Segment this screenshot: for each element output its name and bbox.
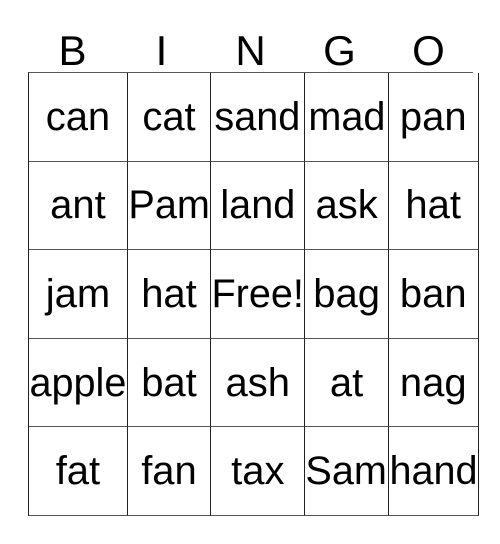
bingo-header-row: B I N G O <box>28 22 473 72</box>
bingo-cell-n1[interactable]: sand <box>211 73 306 162</box>
bingo-header-letter-b: B <box>28 22 117 72</box>
bingo-cell-text: bat <box>141 360 197 405</box>
bingo-cell-text: hat <box>141 271 197 316</box>
bingo-cell-g1[interactable]: mad <box>305 73 389 162</box>
bingo-cell-n4[interactable]: ash <box>211 338 306 428</box>
bingo-cell-text: ban <box>399 271 467 316</box>
bingo-cell-b5[interactable]: fat <box>29 427 128 516</box>
bingo-cell-text: mad <box>308 94 386 139</box>
bingo-cell-i3[interactable]: hat <box>127 250 212 339</box>
bingo-cell-i1[interactable]: cat <box>127 73 212 162</box>
header-letter-text: G <box>323 27 356 74</box>
bingo-cell-text: jam <box>45 271 111 316</box>
bingo-cell-b3[interactable]: jam <box>29 250 128 339</box>
bingo-cell-text: nag <box>399 360 467 405</box>
bingo-cell-text: cat <box>142 94 196 139</box>
bingo-cell-g3[interactable]: bag <box>305 250 389 339</box>
bingo-cell-o1[interactable]: pan <box>388 73 479 162</box>
bingo-cell-b4[interactable]: apple <box>29 338 128 428</box>
bingo-grid: can cat sand mad pan ant Pam land ask ha… <box>28 72 479 516</box>
bingo-header-letter-o: O <box>384 22 473 72</box>
bingo-cell-text: ask <box>315 183 378 228</box>
bingo-header-letter-i: I <box>117 22 206 72</box>
bingo-cell-g5[interactable]: Sam <box>305 427 389 516</box>
bingo-header-letter-g: G <box>295 22 384 72</box>
bingo-free-space-text: Free! <box>211 271 305 316</box>
bingo-cell-text: bag <box>313 271 380 316</box>
bingo-cell-o2[interactable]: hat <box>388 161 479 251</box>
bingo-cell-text: ash <box>225 360 291 405</box>
bingo-header-letter-n: N <box>206 22 295 72</box>
bingo-cell-g4[interactable]: at <box>305 338 389 428</box>
bingo-cell-n5[interactable]: tax <box>211 427 306 516</box>
bingo-cell-text: apple <box>29 360 127 405</box>
bingo-cell-i5[interactable]: fan <box>127 427 212 516</box>
bingo-cell-text: pan <box>399 94 467 139</box>
bingo-cell-text: tax <box>231 449 285 494</box>
bingo-cell-n2[interactable]: land <box>211 161 306 251</box>
bingo-cell-i4[interactable]: bat <box>127 338 212 428</box>
bingo-cell-text: ant <box>50 183 106 228</box>
bingo-cell-o4[interactable]: nag <box>388 338 479 428</box>
bingo-cell-text: fan <box>141 449 197 494</box>
bingo-cell-text: hand <box>389 449 478 494</box>
bingo-cell-text: Pam <box>128 183 210 228</box>
bingo-cell-text: hat <box>405 183 462 228</box>
bingo-cell-free-space[interactable]: Free! <box>211 250 306 339</box>
bingo-cell-text: sand <box>214 94 301 139</box>
header-letter-text: N <box>235 27 266 74</box>
bingo-cell-text: at <box>329 360 364 405</box>
bingo-cell-o5[interactable]: hand <box>388 427 479 516</box>
bingo-cell-text: Sam <box>305 449 388 494</box>
bingo-cell-b1[interactable]: can <box>29 73 128 162</box>
header-letter-text: O <box>412 27 445 74</box>
bingo-card: B I N G O can cat sand mad pan ant Pam l… <box>0 0 500 544</box>
bingo-cell-text: can <box>45 94 111 139</box>
bingo-cell-text: land <box>220 183 296 228</box>
header-letter-text: B <box>58 27 87 74</box>
bingo-cell-i2[interactable]: Pam <box>127 161 212 251</box>
header-letter-text: I <box>155 27 168 74</box>
bingo-cell-b2[interactable]: ant <box>29 161 128 251</box>
bingo-cell-g2[interactable]: ask <box>305 161 389 251</box>
bingo-cell-text: fat <box>55 449 101 494</box>
bingo-cell-o3[interactable]: ban <box>388 250 479 339</box>
